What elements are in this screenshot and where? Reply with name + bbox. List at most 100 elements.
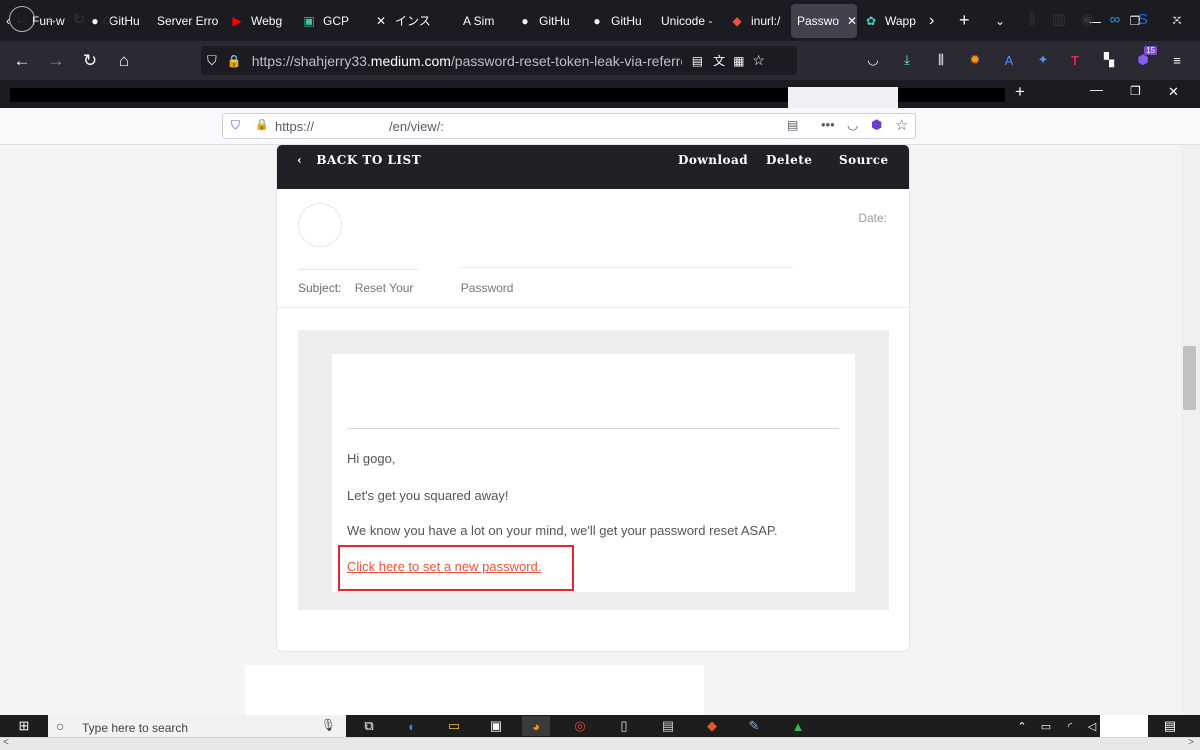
inner-home-icon[interactable]: ⌂ xyxy=(94,6,120,32)
extension-image-icon[interactable]: ✦ xyxy=(1032,49,1054,71)
scrollbar-thumb[interactable] xyxy=(1183,346,1196,410)
edge-icon[interactable]: ◐ xyxy=(398,716,426,736)
gcp-icon: ▣ xyxy=(303,13,315,28)
store-icon[interactable]: ▣ xyxy=(482,716,510,736)
home-icon[interactable]: ⌂ xyxy=(107,41,141,80)
qr-icon[interactable]: ▦ xyxy=(733,54,744,68)
date-label: Date: xyxy=(858,211,887,225)
inner-reload-icon[interactable]: ↻ xyxy=(66,6,92,32)
inner-extension-s-icon[interactable]: S xyxy=(1130,6,1156,32)
green-app-icon[interactable]: ▲ xyxy=(784,716,812,736)
delete-button[interactable]: Delete xyxy=(766,153,812,167)
download-icon[interactable]: ⤓ xyxy=(896,49,918,71)
tabs-scroll-right-icon[interactable]: › xyxy=(923,0,953,41)
redacted-area xyxy=(245,665,704,720)
inner-reader-icon[interactable]: ▤ xyxy=(787,118,798,132)
burp-icon[interactable]: ◆ xyxy=(698,716,726,736)
subject-part-2: Password xyxy=(460,281,514,295)
inner-library-icon[interactable]: ⫼ xyxy=(1019,6,1045,32)
pocket-icon[interactable]: ◡ xyxy=(862,49,884,71)
extension-badge-icon[interactable]: ⬢ 15 xyxy=(1132,46,1157,71)
outer-url-bar[interactable]: ⛉ 🔒 https://shahjerry33.medium.com/passw… xyxy=(201,46,797,75)
inner-bookmark-icon[interactable]: ☆ xyxy=(895,116,908,134)
forward-icon[interactable]: → xyxy=(39,41,73,80)
page-actions-icon[interactable]: ••• xyxy=(821,117,835,132)
tab-github-2[interactable]: ● GitHu xyxy=(511,0,583,41)
email-line-2: We know you have a lot on your mind, we'… xyxy=(347,523,778,538)
inner-active-tab[interactable] xyxy=(788,87,898,108)
back-to-list-button[interactable]: ‹ BACK TO LIST xyxy=(297,153,421,167)
app-icon[interactable]: ▤ xyxy=(654,716,682,736)
tab-inurl[interactable]: ◆ inurl:/ xyxy=(723,0,791,41)
sidebar-toggle-icon[interactable]: ▥ xyxy=(1046,6,1072,32)
extension-fox-icon[interactable]: ✹ xyxy=(964,49,986,71)
taskbar-search[interactable]: ○ Type here to search 🎙 xyxy=(48,715,346,737)
extension-translate-icon[interactable]: A xyxy=(998,49,1020,71)
subject-row: Subject: Reset Your Password xyxy=(298,281,513,295)
microphone-icon[interactable]: 🎙 xyxy=(321,718,336,732)
reader-view-icon[interactable]: ▤ xyxy=(692,54,703,68)
paint-icon[interactable]: ✎ xyxy=(740,716,768,736)
windows-start-icon[interactable]: ⊞ xyxy=(10,716,38,736)
reload-icon[interactable]: ↻ xyxy=(73,41,107,80)
horizontal-scrollbar[interactable]: < > xyxy=(0,737,1200,750)
inner-extension-loop-icon[interactable]: ∞ xyxy=(1102,6,1128,32)
redacted-sender-line xyxy=(298,269,418,270)
taskbar: ⊞ ○ Type here to search 🎙 ⧉ ◐ ▭ ▣ ◕ ◎ ▯ … xyxy=(0,715,1200,737)
scroll-left-icon[interactable]: < xyxy=(3,737,9,748)
inner-forward-icon[interactable]: → xyxy=(38,6,64,32)
inner-back-icon[interactable]: ← xyxy=(9,6,35,32)
extension-grid-icon[interactable]: ▚ xyxy=(1098,49,1120,71)
subject-label: Subject: xyxy=(298,281,342,295)
inner-new-tab-icon[interactable]: + xyxy=(1015,82,1025,102)
inner-close-icon[interactable]: ✕ xyxy=(1168,84,1179,100)
inner-menu-icon[interactable]: ≡ xyxy=(1164,6,1190,32)
bookmark-star-icon[interactable]: ☆ xyxy=(752,52,765,69)
inner-minimize-icon[interactable]: — xyxy=(1090,82,1103,97)
lock-icon: 🔒 xyxy=(226,53,242,68)
tab-password-active[interactable]: Passwo ✕ xyxy=(791,3,857,38)
inner-extension-icon[interactable]: ⬢ xyxy=(871,117,882,133)
download-button[interactable]: Download xyxy=(678,153,748,167)
inner-tab-strip: + — ❐ ✕ xyxy=(0,80,1200,108)
tab-wappalyzer[interactable]: ✿ Wapp xyxy=(857,0,923,41)
tab-webgoat[interactable]: ▶ Webg xyxy=(223,0,295,41)
outer-url-text: https://shahjerry33.medium.com/password-… xyxy=(251,52,682,69)
search-icon: ○ xyxy=(56,718,65,734)
document-icon[interactable]: ▯ xyxy=(610,716,638,736)
header-divider xyxy=(277,307,909,308)
github-icon: ● xyxy=(521,13,529,28)
file-explorer-icon[interactable]: ▭ xyxy=(440,716,468,736)
scroll-right-icon[interactable]: > xyxy=(1188,737,1194,748)
close-tab-icon[interactable]: ✕ xyxy=(847,14,857,28)
youtube-icon: ▶ xyxy=(232,13,242,28)
notification-icon[interactable]: ▤ xyxy=(1156,716,1184,736)
app-menu-icon[interactable]: ≡ xyxy=(1166,49,1188,71)
sender-avatar xyxy=(298,203,342,247)
tab-server-error[interactable]: Server Erro xyxy=(151,0,223,41)
inner-url-bar[interactable]: ⛉ 🔒 https:// /en/view/: ▤ ••• ◡ ⬢ ☆ xyxy=(222,113,916,139)
tab-gcp[interactable]: ▣ GCP xyxy=(295,0,367,41)
extension-t-icon[interactable]: T xyxy=(1064,49,1086,71)
tab-a-simple[interactable]: A Sim xyxy=(457,0,511,41)
source-button[interactable]: Source xyxy=(839,153,889,167)
tab-unicode[interactable]: Unicode - xyxy=(655,0,723,41)
highlight-box xyxy=(338,545,574,591)
chevron-left-icon: ‹ xyxy=(297,153,303,167)
chrome-icon[interactable]: ◎ xyxy=(566,716,594,736)
account-icon[interactable]: ◉ xyxy=(1074,6,1100,32)
inner-pocket-icon[interactable]: ◡ xyxy=(847,117,858,133)
tab-github-3[interactable]: ● GitHu xyxy=(583,0,655,41)
email-divider xyxy=(347,428,839,429)
tab-instagram[interactable]: ✕ インス xyxy=(367,0,457,41)
firefox-icon[interactable]: ◕ xyxy=(522,716,550,736)
vertical-scrollbar[interactable] xyxy=(1181,145,1200,715)
email-line-1: Let's get you squared away! xyxy=(347,488,509,503)
redacted-recipient-line xyxy=(461,267,793,268)
task-view-icon[interactable]: ⧉ xyxy=(355,716,383,736)
library-icon[interactable]: ⫼ xyxy=(930,49,952,71)
inner-restore-icon[interactable]: ❐ xyxy=(1130,84,1141,98)
back-icon[interactable]: ← xyxy=(5,41,39,80)
translate-icon[interactable]: 文 xyxy=(713,52,725,69)
new-tab-icon[interactable]: + xyxy=(953,0,989,41)
